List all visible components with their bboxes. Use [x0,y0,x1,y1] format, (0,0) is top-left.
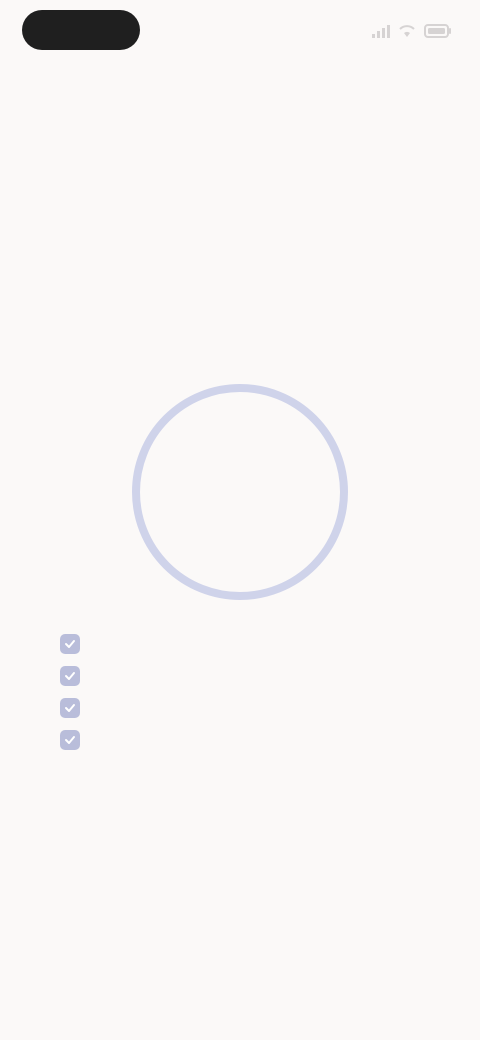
check-icon [65,672,75,680]
checklist [60,628,360,756]
time-pill [22,10,140,50]
signal-icon [372,24,390,38]
check-icon [65,736,75,744]
checklist-item[interactable] [60,660,360,692]
check-icon [65,704,75,712]
checkbox[interactable] [60,634,80,654]
checkbox[interactable] [60,730,80,750]
battery-icon [424,24,452,38]
status-icons [372,20,452,42]
checkbox[interactable] [60,666,80,686]
status-bar [0,0,480,64]
progress-ring [126,378,354,606]
checklist-item[interactable] [60,692,360,724]
wifi-icon [398,24,416,38]
checklist-item[interactable] [60,724,360,756]
checklist-item[interactable] [60,628,360,660]
check-icon [65,640,75,648]
checkbox[interactable] [60,698,80,718]
ring-graphic [132,384,348,600]
